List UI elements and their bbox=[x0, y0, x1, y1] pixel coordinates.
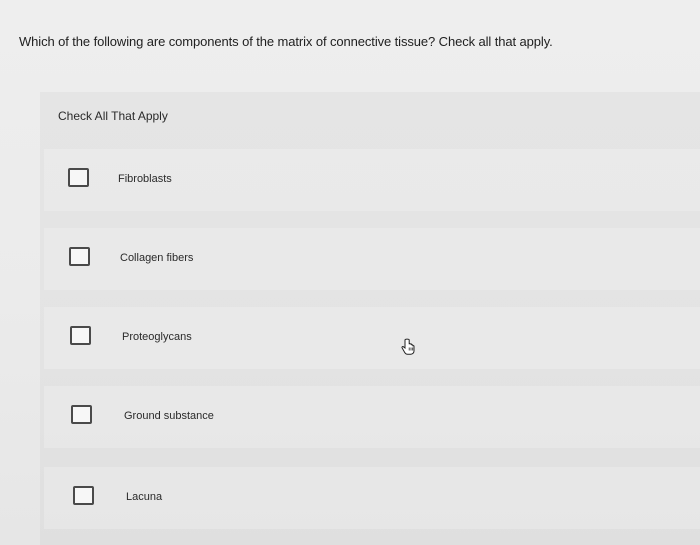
check-all-panel: Check All That Apply Fibroblasts Collage… bbox=[40, 92, 700, 545]
checkbox[interactable] bbox=[71, 405, 92, 424]
question-text: Which of the following are components of… bbox=[19, 34, 553, 49]
option-fibroblasts[interactable]: Fibroblasts bbox=[44, 149, 700, 211]
option-ground-substance[interactable]: Ground substance bbox=[44, 386, 700, 448]
checkbox[interactable] bbox=[68, 168, 89, 187]
option-label: Collagen fibers bbox=[120, 252, 194, 264]
option-proteoglycans[interactable]: Proteoglycans bbox=[44, 307, 700, 369]
checkbox[interactable] bbox=[70, 326, 91, 345]
option-label: Ground substance bbox=[124, 410, 214, 422]
option-label: Lacuna bbox=[126, 491, 163, 503]
option-collagen-fibers[interactable]: Collagen fibers bbox=[44, 228, 700, 290]
option-label: Proteoglycans bbox=[122, 331, 192, 343]
option-label: Fibroblasts bbox=[118, 173, 172, 185]
option-lacuna[interactable]: Lacuna bbox=[44, 467, 700, 529]
checkbox[interactable] bbox=[69, 247, 90, 266]
hand-pointer-icon bbox=[399, 338, 417, 356]
panel-header: Check All That Apply bbox=[58, 109, 168, 123]
checkbox[interactable] bbox=[73, 486, 94, 505]
